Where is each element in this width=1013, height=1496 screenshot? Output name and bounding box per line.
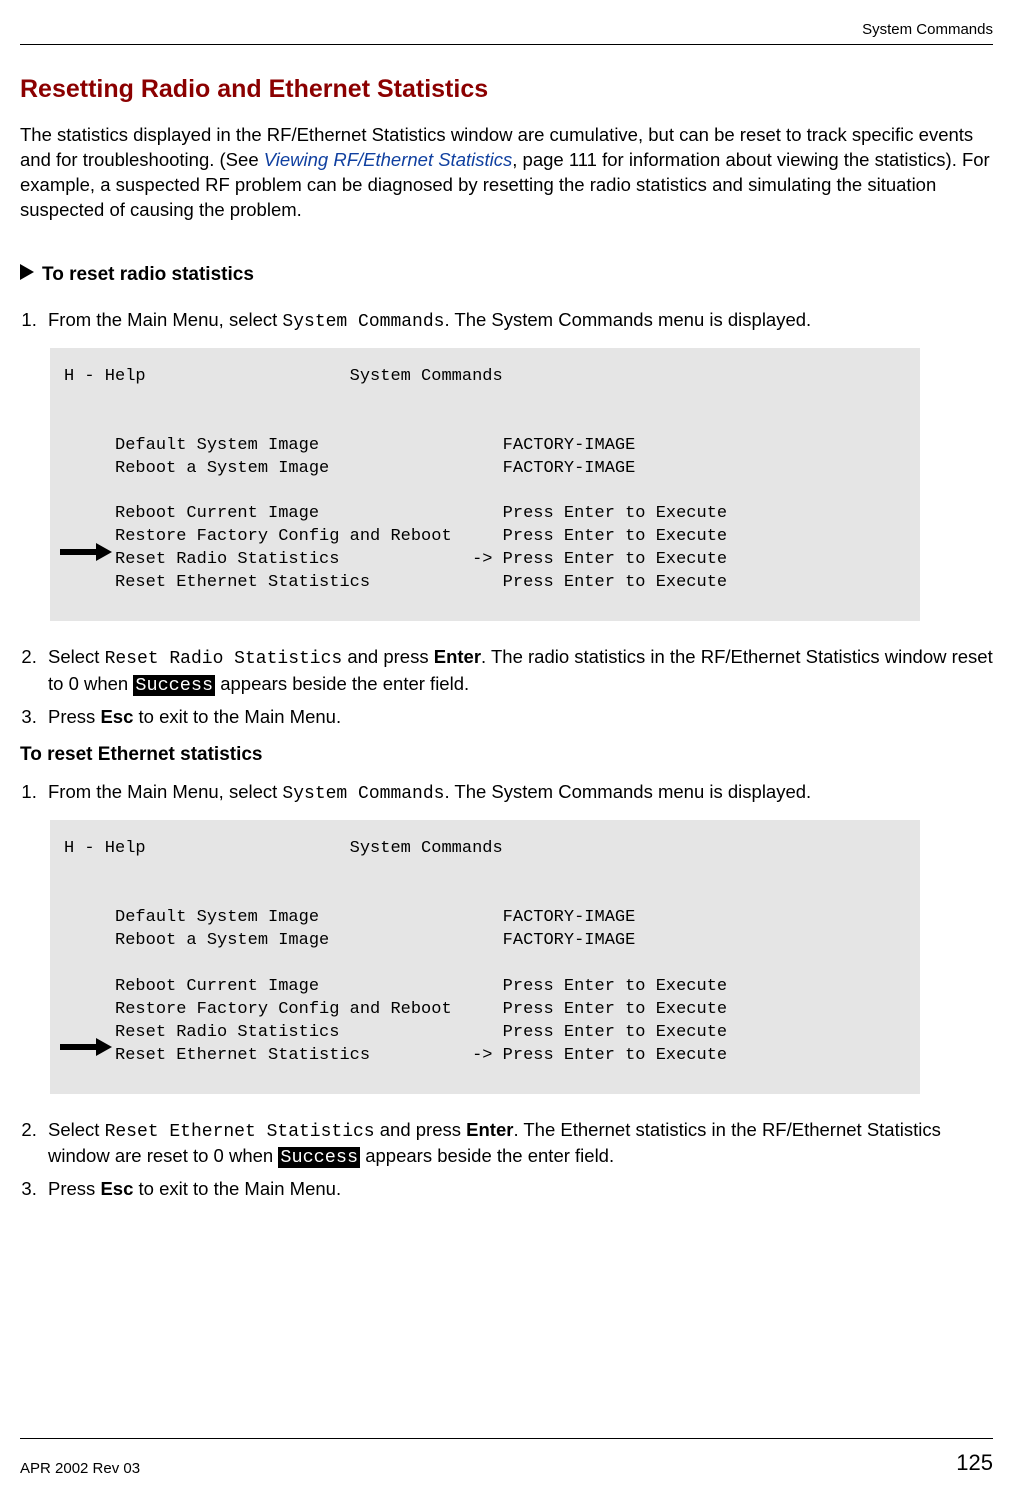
text: Select xyxy=(48,1119,105,1140)
code-block-b-wrap: H - Help System Commands Default System … xyxy=(50,820,920,1093)
footer: APR 2002 Rev 03 125 xyxy=(20,1449,993,1478)
text: . The System Commands menu is displayed. xyxy=(444,309,811,330)
code-block-b: H - Help System Commands Default System … xyxy=(50,820,920,1093)
mono-text: Reset Ethernet Statistics xyxy=(105,1122,375,1142)
text: Select xyxy=(48,646,105,667)
proc-a-step-3: Press Esc to exit to the Main Menu. xyxy=(42,705,993,730)
header-rule xyxy=(20,44,993,45)
xref-link[interactable]: Viewing RF/Ethernet Statistics xyxy=(264,149,513,170)
footer-left: APR 2002 Rev 03 xyxy=(20,1459,140,1479)
proc-a-steps: From the Main Menu, select System Comman… xyxy=(20,308,993,334)
proc-b-step-1: From the Main Menu, select System Comman… xyxy=(42,780,993,806)
mono-text: System Commands xyxy=(282,312,444,332)
text: Press xyxy=(48,706,100,727)
text: and press xyxy=(375,1119,467,1140)
page-number: 125 xyxy=(956,1449,993,1478)
text: From the Main Menu, select xyxy=(48,309,282,330)
proc-a-step-1: From the Main Menu, select System Comman… xyxy=(42,308,993,334)
proc-b-step-3: Press Esc to exit to the Main Menu. xyxy=(42,1177,993,1202)
mono-text: Reset Radio Statistics xyxy=(105,649,343,669)
text: to exit to the Main Menu. xyxy=(133,706,341,727)
proc-b-heading: To reset Ethernet statistics xyxy=(20,743,993,768)
text: appears beside the enter field. xyxy=(215,673,469,694)
text: and press xyxy=(342,646,434,667)
arrow-right-icon xyxy=(60,1038,112,1062)
text: Press xyxy=(48,1178,100,1199)
key-name: Enter xyxy=(466,1119,513,1140)
proc-a-steps-cont: Select Reset Radio Statistics and press … xyxy=(20,645,993,729)
status-success: Success xyxy=(278,1147,360,1168)
page-title: Resetting Radio and Ethernet Statistics xyxy=(20,73,993,106)
proc-b-steps-cont: Select Reset Ethernet Statistics and pre… xyxy=(20,1118,993,1202)
text: to exit to the Main Menu. xyxy=(133,1178,341,1199)
arrow-right-icon xyxy=(60,543,112,567)
mono-text: System Commands xyxy=(282,784,444,804)
intro-paragraph: The statistics displayed in the RF/Ether… xyxy=(20,123,993,223)
proc-b-step-2: Select Reset Ethernet Statistics and pre… xyxy=(42,1118,993,1171)
status-success: Success xyxy=(133,675,215,696)
footer-rule xyxy=(20,1438,993,1439)
key-name: Enter xyxy=(434,646,481,667)
text: appears beside the enter field. xyxy=(360,1145,614,1166)
code-block-a: H - Help System Commands Default System … xyxy=(50,348,920,621)
key-name: Esc xyxy=(100,706,133,727)
code-block-a-wrap: H - Help System Commands Default System … xyxy=(50,348,920,621)
play-icon xyxy=(20,263,34,286)
text: From the Main Menu, select xyxy=(48,781,282,802)
key-name: Esc xyxy=(100,1178,133,1199)
proc-a-step-2: Select Reset Radio Statistics and press … xyxy=(42,645,993,698)
header-section: System Commands xyxy=(20,20,993,44)
proc-b-steps: From the Main Menu, select System Comman… xyxy=(20,780,993,806)
text: . The System Commands menu is displayed. xyxy=(444,781,811,802)
proc-a-heading: To reset radio statistics xyxy=(42,263,254,288)
